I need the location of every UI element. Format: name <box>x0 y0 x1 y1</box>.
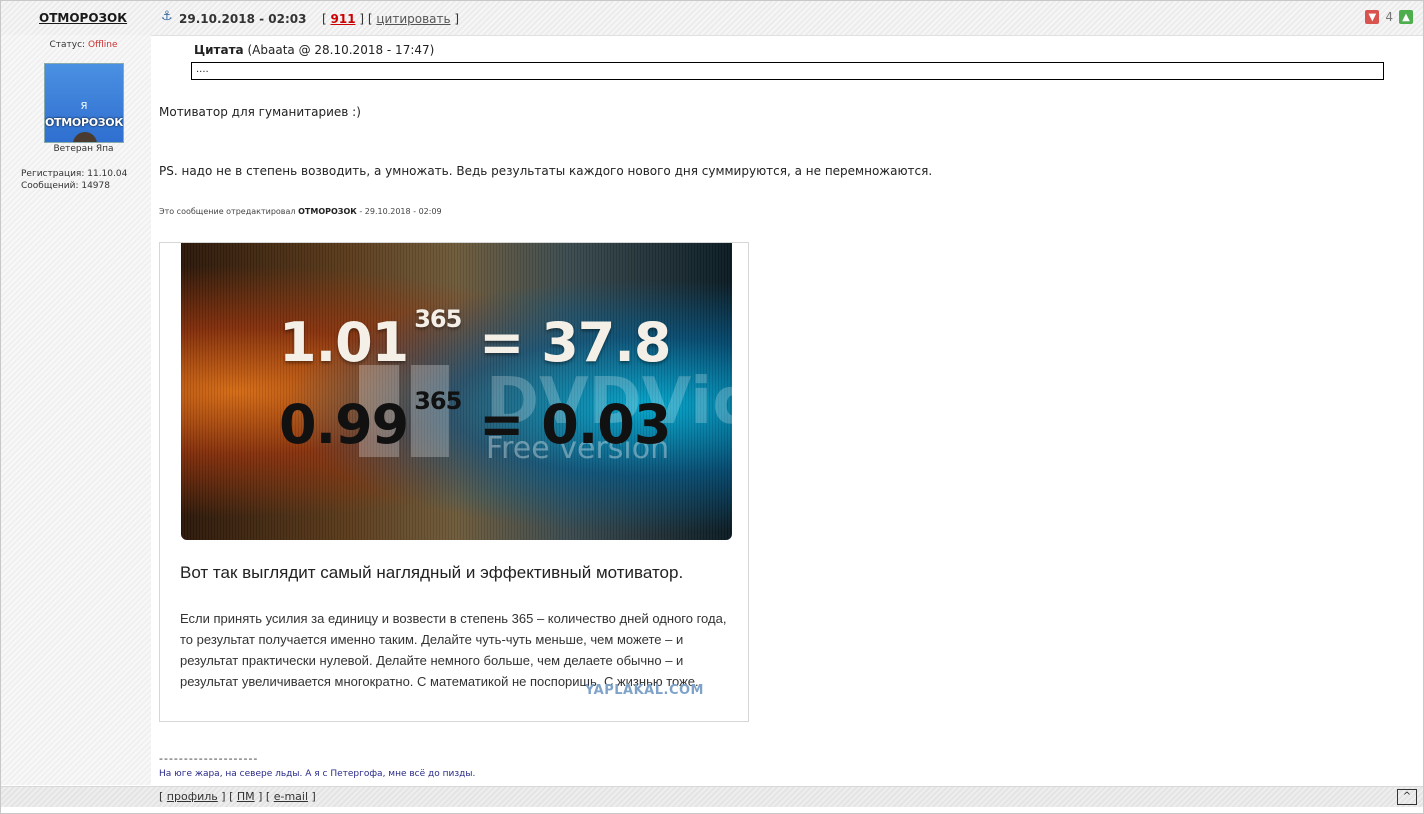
anchor-icon[interactable]: ⚓ <box>161 9 173 24</box>
equation-2: 0.99 365 = 0.03 <box>279 387 671 456</box>
edited-date: - 29.10.2018 - 02:09 <box>359 207 442 216</box>
equation-1: 1.01 365 = 37.8 <box>279 305 671 374</box>
card-body: Если принять усилия за единицу и возвест… <box>180 611 727 689</box>
quote-box: .... <box>191 62 1384 80</box>
post-text-2: PS. надо не в степень возводить, а умнож… <box>159 164 933 178</box>
quote-title: Цитата <box>194 43 244 57</box>
eq2-exp: 365 <box>414 387 462 415</box>
scroll-top-button[interactable]: ^ <box>1397 789 1417 805</box>
card-title: Вот так выглядит самый наглядный и эффек… <box>180 563 684 582</box>
quote-link[interactable]: цитировать <box>376 12 450 26</box>
eq2-result: = 0.03 <box>479 393 671 456</box>
post-footer: [ профиль ] [ ПМ ] [ e-mail ] ^ <box>1 786 1423 807</box>
signature-separator: -------------------- <box>159 752 259 765</box>
status-label: Статус: <box>49 40 86 50</box>
user-rank: Ветеран Япа <box>53 144 114 154</box>
post-header: ОТМОРОЗОК ⚓ 29.10.2018 - 02:03 [ 911 ] [… <box>1 1 1423 36</box>
rating: ▼ 4 ▲ <box>1365 10 1413 24</box>
email-link[interactable]: e-mail <box>274 790 308 803</box>
quote-header: Цитата (Abaata @ 28.10.2018 - 17:47) <box>194 43 434 57</box>
post-actions: [ 911 ] [ цитировать ] <box>322 12 460 26</box>
post-date: 29.10.2018 - 02:03 <box>179 12 307 26</box>
post-number-link[interactable]: 911 <box>331 12 356 26</box>
thumb-down-icon[interactable]: ▼ <box>1365 10 1380 24</box>
avatar-face <box>73 132 97 142</box>
quote-meta: (Abaata @ 28.10.2018 - 17:47) <box>247 43 435 57</box>
eq2-base: 0.99 <box>279 393 409 456</box>
eq1-base: 1.01 <box>279 311 409 374</box>
eq1-result: = 37.8 <box>479 311 671 374</box>
signature-text: На юге жара, на севере льды. А я с Петер… <box>159 769 476 779</box>
message-count: Сообщений: 14978 <box>21 181 110 191</box>
edited-note: Это сообщение отредактировал ОТМОРОЗОК -… <box>159 207 442 216</box>
registration-date: Регистрация: 11.10.04 <box>21 169 128 179</box>
user-sidebar: Статус: Offline Я ОТМОРОЗОК Ветеран Япа … <box>1 35 151 785</box>
user-status: Статус: Offline <box>1 40 166 50</box>
thumb-up-icon[interactable]: ▲ <box>1399 10 1413 24</box>
rating-value: 4 <box>1385 10 1393 24</box>
avatar-text-2: ОТМОРОЗОК <box>45 116 124 129</box>
avatar[interactable]: Я ОТМОРОЗОК <box>44 63 124 143</box>
site-watermark: YAPLAKAL.COM <box>585 683 704 698</box>
post-text-1: Мотиватор для гуманитариев :) <box>159 105 361 119</box>
post-frame: ОТМОРОЗОК ⚓ 29.10.2018 - 02:03 [ 911 ] [… <box>0 0 1424 814</box>
edited-author: ОТМОРОЗОК <box>298 207 357 216</box>
author-link[interactable]: ОТМОРОЗОК <box>39 11 127 25</box>
avatar-text-1: Я <box>80 101 88 112</box>
profile-link[interactable]: профиль <box>167 790 218 803</box>
status-value: Offline <box>87 40 118 50</box>
pm-link[interactable]: ПМ <box>237 790 255 803</box>
image-card[interactable]: DVDVideo Free version 1.01365 = 37.8 0.9… <box>159 242 749 722</box>
motivator-image: DVDVideo Free version 1.01365 = 37.8 0.9… <box>181 243 732 540</box>
eq1-exp: 365 <box>414 305 462 333</box>
footer-links: [ профиль ] [ ПМ ] [ e-mail ] <box>159 790 316 803</box>
user-stats: Регистрация: 11.10.04 Сообщений: 14978 <box>21 168 127 192</box>
edited-prefix: Это сообщение отредактировал <box>159 207 296 216</box>
